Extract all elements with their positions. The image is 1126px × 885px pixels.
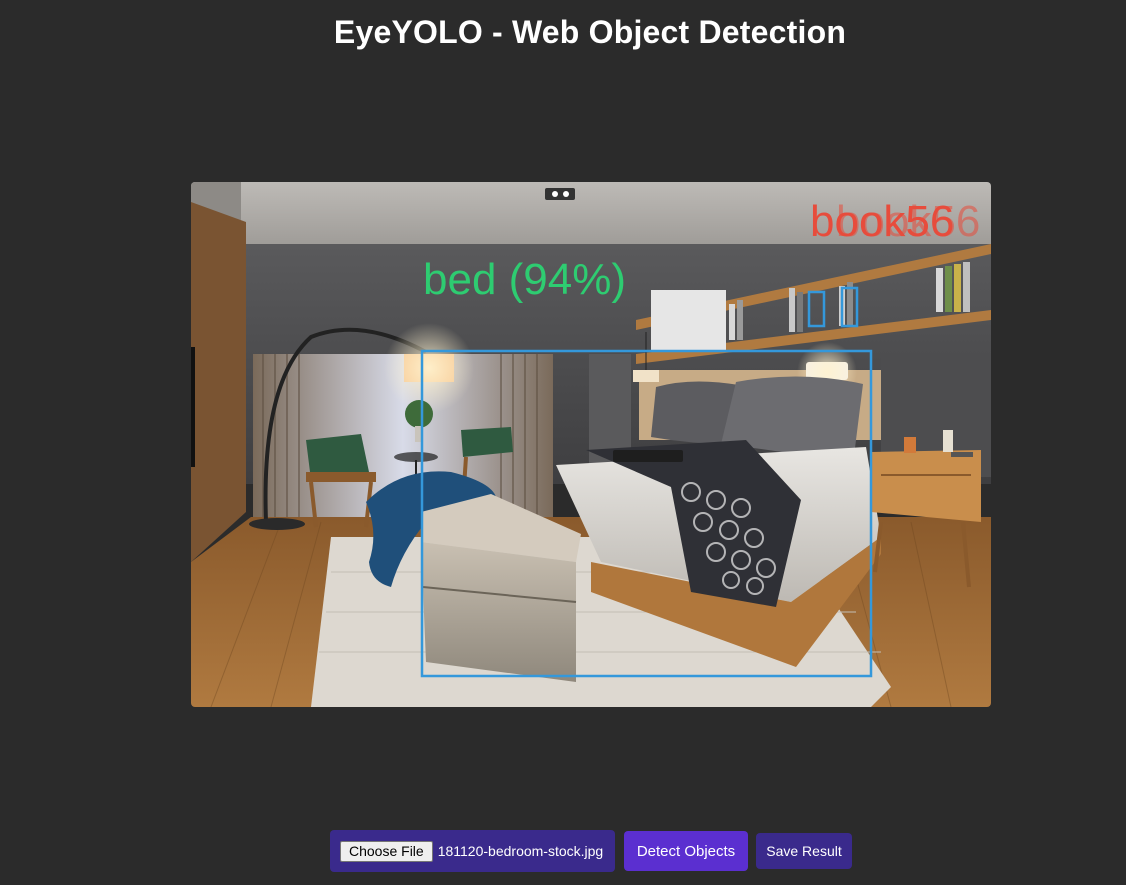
choose-file-button[interactable]: Choose File <box>340 840 433 862</box>
file-input[interactable]: Choose File 181120-bedroom-stock.jpg <box>330 830 615 872</box>
detection-result-image: bed (94%) book56 book56 <box>191 182 991 707</box>
app-page: EyeYOLO - Web Object Detection bed (94%)… <box>0 0 1126 885</box>
bedroom-scene: bed (94%) book56 book56 <box>191 182 991 707</box>
page-title: EyeYOLO - Web Object Detection <box>333 14 847 50</box>
book-detection-label-overlap: book56 <box>836 197 980 246</box>
save-result-button[interactable]: Save Result <box>756 833 852 869</box>
selected-file-name: 181120-bedroom-stock.jpg <box>437 843 604 859</box>
bed-detection-label: bed (94%) <box>423 255 626 304</box>
detect-objects-button[interactable]: Detect Objects <box>624 831 748 871</box>
